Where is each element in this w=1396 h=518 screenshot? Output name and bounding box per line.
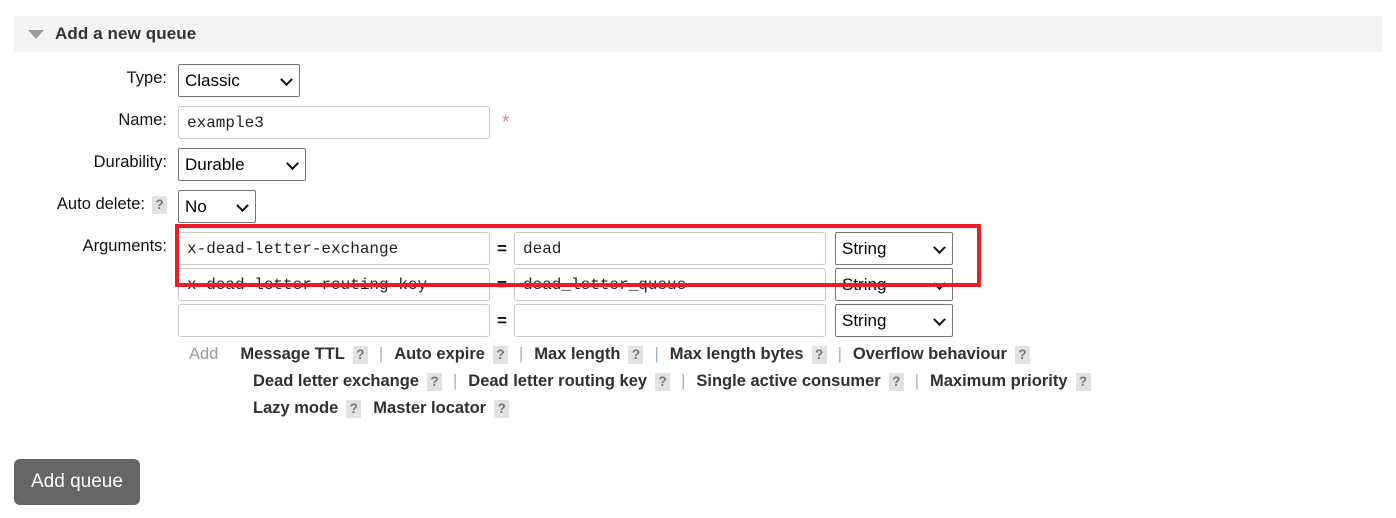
label-auto-delete: Auto delete: ? — [0, 190, 167, 214]
add-argument-label: Add — [189, 345, 219, 363]
help-icon-max-length[interactable]: ? — [628, 345, 644, 364]
help-icon-max-length-bytes[interactable]: ? — [811, 345, 827, 364]
argument-key-input[interactable] — [178, 268, 490, 301]
section-header-add-a-new-queue[interactable]: Add a new queue — [14, 16, 1382, 52]
argument-type-select[interactable]: String — [835, 304, 953, 337]
preset-dead-letter-exchange[interactable]: Dead letter exchange ? — [253, 372, 442, 391]
help-icon-lazy-mode[interactable]: ? — [346, 399, 362, 418]
help-icon-message-ttl[interactable]: ? — [352, 345, 368, 364]
form-row-auto-delete: Auto delete: ? No — [0, 190, 1396, 223]
label-name: Name: — [118, 111, 167, 129]
help-icon-maximum-priority[interactable]: ? — [1075, 372, 1091, 391]
form-row-type: Type: Classic — [0, 64, 1396, 97]
durability-select[interactable]: Durable — [178, 148, 306, 181]
label-arguments: Arguments: — [82, 237, 167, 255]
help-icon-overflow-behaviour[interactable]: ? — [1014, 345, 1030, 364]
preset-row: Dead letter exchange ? | Dead letter rou… — [189, 372, 1091, 391]
required-asterisk: * — [502, 112, 510, 133]
durability-select-wrap: Durable — [178, 148, 306, 181]
argument-type-select[interactable]: String — [835, 232, 953, 265]
help-icon-single-active-consumer[interactable]: ? — [888, 372, 904, 391]
help-icon-auto-expire[interactable]: ? — [492, 345, 508, 364]
help-icon-master-locator[interactable]: ? — [494, 399, 510, 418]
separator: | — [378, 345, 384, 363]
preset-single-active-consumer[interactable]: Single active consumer ? — [696, 372, 904, 391]
separator: | — [914, 372, 919, 390]
equals-sign: = — [497, 274, 507, 294]
type-select-wrap: Classic — [178, 64, 300, 97]
label-durability: Durability: — [93, 153, 167, 171]
preset-master-locator[interactable]: Master locator ? — [373, 399, 510, 418]
preset-max-length[interactable]: Max length ? — [534, 345, 644, 364]
help-icon-dead-letter-routing-key[interactable]: ? — [655, 372, 671, 391]
add-queue-form: Type: Classic Name: * — [0, 64, 1396, 435]
separator: | — [654, 345, 659, 363]
preset-maximum-priority[interactable]: Maximum priority ? — [930, 372, 1091, 391]
form-row-arguments: Arguments: = String — [0, 224, 1396, 426]
form-row-name: Name: * — [0, 106, 1396, 139]
add-queue-page: Add a new queue Type: Classic Name: exam… — [0, 0, 1396, 518]
preset-lazy-mode[interactable]: Lazy mode ? — [253, 399, 362, 418]
arguments-table: = String = — [175, 224, 1091, 337]
preset-auto-expire[interactable]: Auto expire ? — [394, 345, 508, 364]
preset-dead-letter-routing-key[interactable]: Dead letter routing key ? — [468, 372, 671, 391]
separator: | — [837, 345, 842, 363]
separator: | — [681, 372, 686, 390]
page-title: Add a new queue — [55, 24, 197, 43]
preset-max-length-bytes[interactable]: Max length bytes ? — [670, 345, 827, 364]
separator: | — [518, 345, 524, 363]
argument-row: = String — [178, 232, 1091, 265]
preset-overflow-behaviour[interactable]: Overflow behaviour ? — [853, 345, 1030, 364]
auto-delete-select-wrap: No — [178, 190, 256, 223]
equals-sign: = — [497, 310, 507, 330]
argument-key-input[interactable] — [178, 304, 490, 337]
equals-sign: = — [497, 238, 507, 258]
argument-value-input[interactable] — [514, 268, 826, 301]
name-input[interactable] — [178, 106, 490, 139]
form-row-durability: Durability: Durable — [0, 148, 1396, 181]
preset-row: Lazy mode ? Master locator ? — [189, 399, 1091, 418]
auto-delete-select[interactable]: No — [178, 190, 256, 223]
add-queue-button[interactable]: Add queue — [14, 459, 140, 505]
preset-row: Add Message TTL ? | Auto expire ? | Max … — [189, 345, 1091, 364]
argument-row: = String — [178, 268, 1091, 301]
triangle-down-icon[interactable] — [28, 29, 44, 39]
argument-row: = String — [178, 304, 1091, 337]
type-select[interactable]: Classic — [178, 64, 300, 97]
separator: | — [452, 372, 458, 390]
preset-message-ttl[interactable]: Message TTL ? — [240, 345, 368, 364]
help-icon-auto-delete[interactable]: ? — [152, 195, 167, 214]
argument-type-select[interactable]: String — [835, 268, 953, 301]
preset-arguments: Add Message TTL ? | Auto expire ? | Max … — [178, 345, 1091, 418]
argument-value-input[interactable] — [514, 232, 826, 265]
label-type: Type: — [126, 69, 167, 87]
argument-value-input[interactable] — [514, 304, 826, 337]
argument-key-input[interactable] — [178, 232, 490, 265]
help-icon-dead-letter-exchange[interactable]: ? — [426, 372, 442, 391]
